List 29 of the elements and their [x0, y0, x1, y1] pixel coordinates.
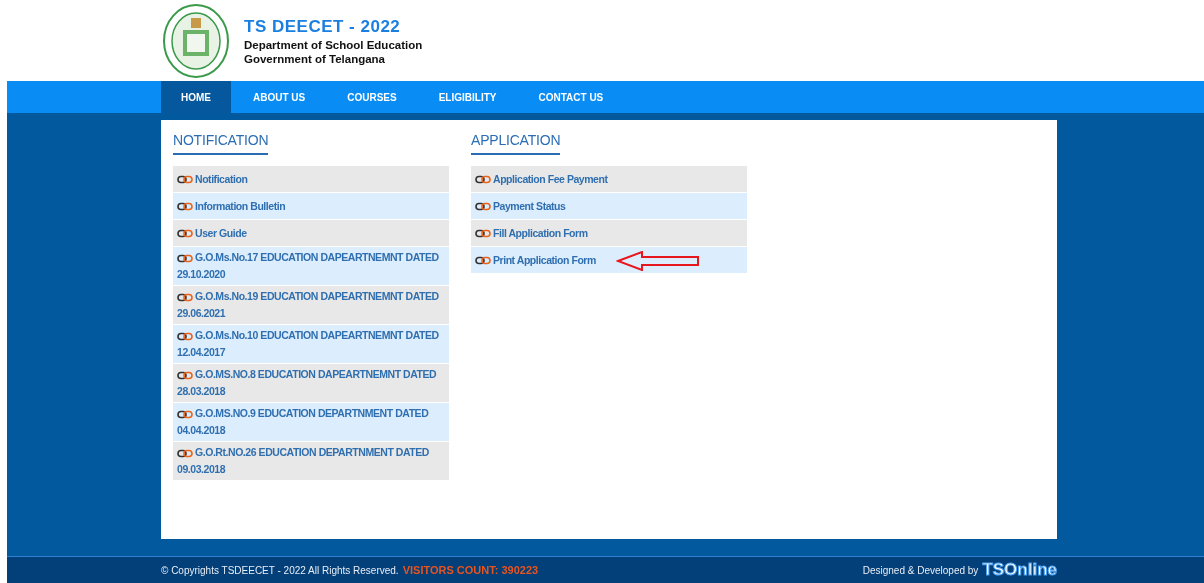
chain-link-icon [177, 229, 193, 239]
chain-link-icon [475, 175, 491, 185]
nav-link[interactable]: HOME [161, 81, 231, 113]
nav-link[interactable]: COURSES [327, 81, 417, 113]
list-link[interactable]: User Guide [177, 224, 247, 242]
chain-link-icon [177, 253, 193, 263]
chain-link-icon [475, 202, 491, 212]
site-title: TS DEECET - 2022 [244, 16, 402, 37]
copyright-text: © Copyrights TSDEECET - 2022 All Rights Reserved. [161, 564, 399, 576]
department-name: Department of School Education [244, 38, 423, 51]
list-link[interactable]: Notification [177, 170, 248, 188]
chain-link-icon [177, 331, 193, 341]
nav-link[interactable]: ELIGIBILITY [418, 81, 517, 113]
chain-link-icon [177, 202, 193, 212]
visitors-count: VISITORS COUNT: 390223 [402, 564, 539, 576]
brand-logo: TSOnline [982, 560, 1057, 580]
chain-link-icon [177, 448, 193, 458]
chain-link-icon [177, 175, 193, 185]
government-name: Government of Telangana [244, 52, 386, 65]
chain-link-icon [177, 292, 193, 302]
chain-link-icon [177, 409, 193, 419]
section-heading: APPLICATION [471, 128, 561, 155]
credit-text: Designed & Developed by [862, 564, 979, 576]
chain-link-icon [475, 256, 491, 266]
nav-link[interactable]: ABOUT US [233, 81, 326, 113]
chain-link-icon [475, 229, 491, 239]
nav-link[interactable]: CONTACT US [518, 81, 624, 113]
chain-link-icon [177, 370, 193, 380]
section-heading: NOTIFICATION [173, 128, 269, 155]
